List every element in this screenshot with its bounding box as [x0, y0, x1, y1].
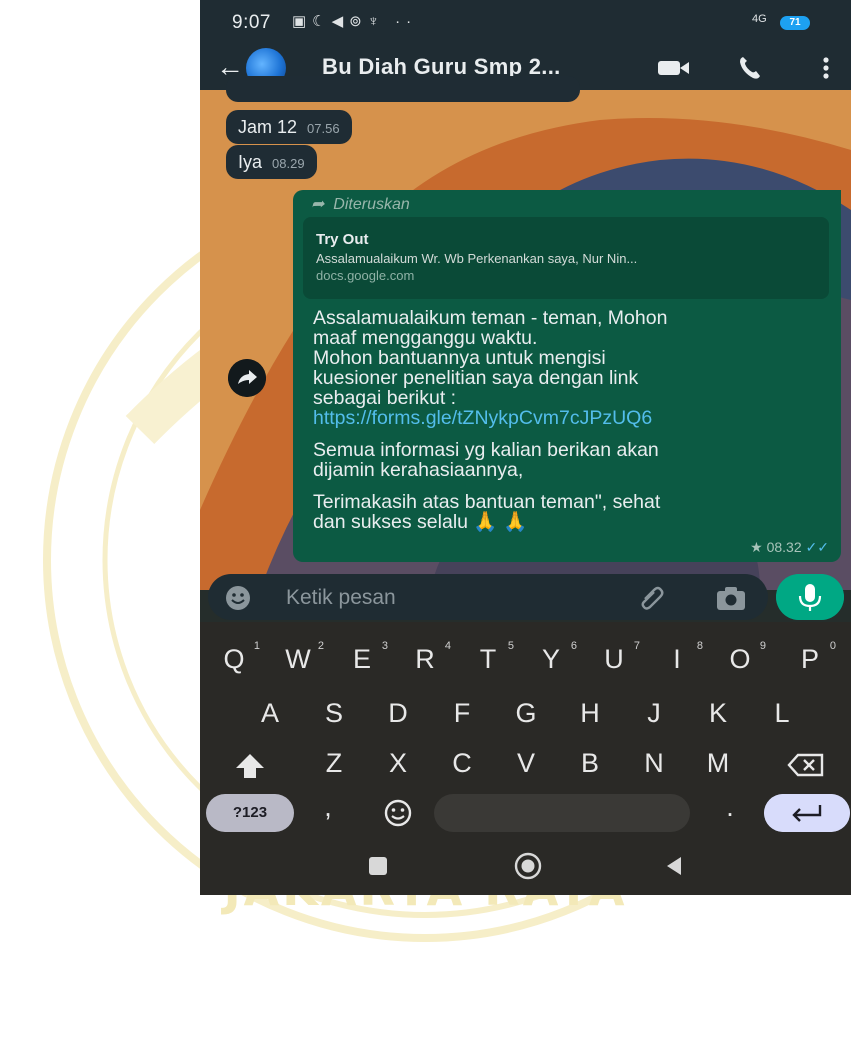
- message-line: Semua informasi yg kalian berikan akan: [313, 439, 659, 461]
- enter-icon[interactable]: [764, 794, 850, 832]
- message-line: sebagai berikut :: [313, 387, 457, 409]
- message-bubble-incoming[interactable]: Iya 08.29: [226, 145, 317, 179]
- phone-call-icon[interactable]: [736, 54, 766, 82]
- phone-screen: 9:07 ▣☾◀⊚♆ ·· 4G 71 ← Bu Diah Guru Smp 2…: [200, 0, 851, 895]
- message-composer: [208, 574, 768, 622]
- forwarded-arrow-icon: ➦: [311, 196, 325, 213]
- message-body: Assalamualaikum teman - teman, Mohon maa…: [313, 308, 828, 532]
- home-icon[interactable]: [513, 851, 543, 881]
- emoji-icon[interactable]: [224, 584, 252, 612]
- key-k[interactable]: K: [698, 698, 738, 729]
- key-q[interactable]: Q1: [214, 640, 260, 675]
- key-z[interactable]: Z: [314, 748, 354, 779]
- microphone-icon[interactable]: [776, 574, 844, 620]
- message-line: Assalamualaikum teman - teman, Mohon: [313, 307, 668, 329]
- forward-icon[interactable]: [228, 359, 266, 397]
- video-call-icon[interactable]: [656, 56, 692, 80]
- message-bubble-outgoing[interactable]: ➦ Diteruskan Try Out Assalamualaikum Wr.…: [293, 190, 841, 562]
- on-screen-keyboard: Q1 W2 E3 R4 T5 Y6 U7 I8 O9 P0 A S D F G …: [200, 622, 851, 895]
- battery-indicator: 71: [780, 16, 810, 30]
- key-m[interactable]: M: [698, 748, 738, 779]
- message-line: dijamin kerahasiaannya,: [313, 459, 524, 481]
- key-f[interactable]: F: [442, 698, 482, 729]
- message-text: Iya: [238, 152, 263, 172]
- network-indicator: 4G: [752, 13, 767, 25]
- link-preview-description: Assalamualaikum Wr. Wb Perkenankan saya,…: [316, 251, 638, 266]
- key-a[interactable]: A: [250, 698, 290, 729]
- message-input[interactable]: [284, 574, 618, 622]
- key-w[interactable]: W2: [278, 640, 324, 675]
- form-link[interactable]: https://forms.gle/tZNykpCvm7cJPzUQ6: [313, 408, 828, 428]
- key-e[interactable]: E3: [342, 640, 388, 675]
- more-options-icon[interactable]: [814, 52, 838, 84]
- key-p[interactable]: P0: [790, 640, 836, 675]
- space-key[interactable]: [434, 794, 690, 832]
- key-t[interactable]: T5: [468, 640, 514, 675]
- key-s[interactable]: S: [314, 698, 354, 729]
- message-time: 08.29: [272, 156, 305, 171]
- message-line: dan sukses selalu 🙏 🙏: [313, 511, 528, 533]
- symbols-key[interactable]: ?123: [206, 794, 294, 832]
- read-receipt-icon: ✓✓: [805, 539, 829, 555]
- starred-icon: ★: [750, 539, 763, 555]
- notification-icons: ▣☾◀⊚♆ ··: [292, 13, 418, 30]
- status-bar: 9:07 ▣☾◀⊚♆ ·· 4G 71: [200, 0, 851, 44]
- link-preview-title: Try Out: [316, 231, 369, 248]
- message-line: Terimakasih atas bantuan teman", sehat: [313, 491, 661, 513]
- message-bubble-incoming[interactable]: Jam 12 07.56: [226, 110, 352, 144]
- key-r[interactable]: R4: [405, 640, 451, 675]
- key-c[interactable]: C: [442, 748, 482, 779]
- key-j[interactable]: J: [634, 698, 674, 729]
- key-x[interactable]: X: [378, 748, 418, 779]
- period-key[interactable]: .: [710, 792, 750, 823]
- key-i[interactable]: I8: [657, 640, 703, 675]
- message-time: 08.32: [766, 539, 802, 555]
- key-h[interactable]: H: [570, 698, 610, 729]
- comma-key[interactable]: ,: [308, 792, 348, 823]
- key-u[interactable]: U7: [594, 640, 640, 675]
- camera-icon[interactable]: [714, 583, 748, 613]
- message-line: maaf mengganggu waktu.: [313, 327, 538, 349]
- recents-icon[interactable]: [366, 854, 390, 878]
- forwarded-text: Diteruskan: [333, 196, 410, 213]
- key-v[interactable]: V: [506, 748, 546, 779]
- key-d[interactable]: D: [378, 698, 418, 729]
- backspace-icon[interactable]: [786, 750, 826, 780]
- message-line: kuesioner penelitian saya dengan link: [313, 367, 639, 389]
- link-preview-domain: docs.google.com: [316, 268, 415, 283]
- key-o[interactable]: O9: [720, 640, 766, 675]
- status-time: 9:07: [232, 12, 271, 33]
- message-text: Jam 12: [238, 117, 298, 137]
- message-time: 07.56: [307, 121, 340, 136]
- emoji-key-icon[interactable]: [378, 796, 418, 830]
- message-line: Mohon bantuannya untuk mengisi: [313, 347, 606, 369]
- message-bubble-partial: [226, 76, 580, 102]
- key-g[interactable]: G: [506, 698, 546, 729]
- key-n[interactable]: N: [634, 748, 674, 779]
- attachment-icon[interactable]: [636, 582, 668, 614]
- forwarded-label: ➦ Diteruskan: [311, 194, 410, 214]
- key-l[interactable]: L: [762, 698, 802, 729]
- shift-icon[interactable]: [230, 750, 270, 782]
- key-y[interactable]: Y6: [531, 640, 577, 675]
- back-nav-icon[interactable]: [662, 854, 686, 878]
- message-meta: ★ 08.32 ✓✓: [750, 539, 829, 556]
- link-preview-card[interactable]: Try Out Assalamualaikum Wr. Wb Perkenank…: [303, 217, 829, 299]
- key-b[interactable]: B: [570, 748, 610, 779]
